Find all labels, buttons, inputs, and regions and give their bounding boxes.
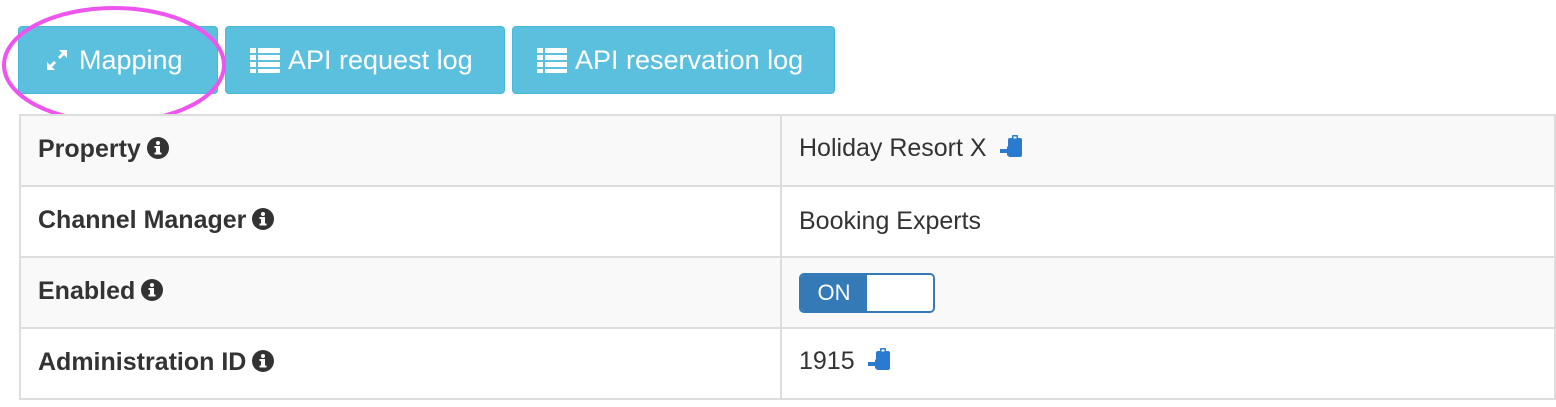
api-reservation-log-button[interactable]: API reservation log (512, 26, 835, 94)
clipboard-copy-icon[interactable] (867, 347, 893, 380)
enabled-toggle[interactable]: ON (799, 272, 935, 313)
table-row: Enabled ON (19, 256, 1556, 329)
property-label: Property (38, 135, 141, 163)
row-value-cell: 1915 (780, 327, 1556, 400)
administration-id-value: 1915 (799, 347, 855, 375)
row-label-cell: Administration ID (19, 327, 782, 400)
info-circle-icon[interactable] (141, 279, 164, 308)
enabled-label: Enabled (38, 277, 136, 305)
toggle-knob (867, 274, 933, 311)
mapping-button[interactable]: Mapping (18, 26, 218, 94)
toolbar: Mapping API request log API reservation … (18, 26, 835, 94)
row-value-cell: Booking Experts (780, 185, 1556, 258)
toggle-on-label: ON (801, 274, 867, 311)
administration-id-label: Administration ID (38, 348, 247, 376)
channel-manager-label: Channel Manager (38, 206, 247, 234)
row-label-cell: Property (19, 114, 782, 187)
api-request-log-label: API request log (288, 44, 473, 75)
info-circle-icon[interactable] (146, 137, 169, 166)
table-row: Channel Manager Booking Experts (19, 185, 1556, 258)
table-row: Administration ID 1915 (19, 327, 1556, 400)
info-circle-icon[interactable] (252, 350, 275, 379)
api-reservation-log-label: API reservation log (575, 44, 804, 75)
property-value: Holiday Resort X (799, 134, 987, 162)
api-request-log-button[interactable]: API request log (225, 26, 505, 94)
info-circle-icon[interactable] (252, 208, 275, 237)
table-row: Property Holiday Resort X (19, 114, 1556, 187)
expand-arrows-icon (43, 46, 71, 74)
list-icon (250, 47, 280, 73)
row-label-cell: Enabled (19, 256, 782, 329)
row-value-cell: Holiday Resort X (780, 114, 1556, 187)
list-icon (537, 47, 567, 73)
row-label-cell: Channel Manager (19, 185, 782, 258)
settings-table: Property Holiday Resort X Channel Manage… (19, 114, 1556, 400)
mapping-button-label: Mapping (79, 44, 183, 75)
clipboard-copy-icon[interactable] (999, 134, 1025, 167)
row-value-cell: ON (780, 256, 1556, 329)
channel-manager-value: Booking Experts (799, 207, 982, 235)
